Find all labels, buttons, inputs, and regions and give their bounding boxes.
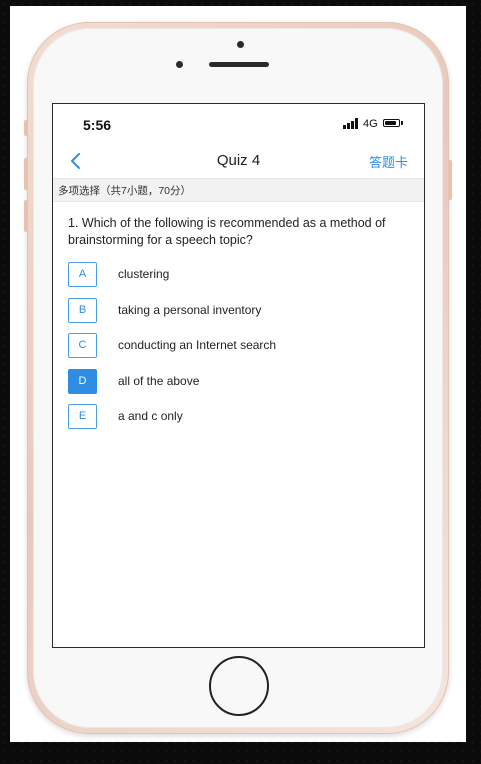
section-header: 多项选择（共7小题，70分） [53,178,424,202]
section-header-text: 多项选择（共7小题，70分） [58,185,192,197]
phone-screen: 5:56 4G Quiz 4 答题卡 多项选择（共7小题，70分） 1. Whi… [52,103,425,648]
option-letter-badge[interactable]: B [68,297,97,323]
volume-up-button [24,158,28,190]
option-list: A clustering B taking a personal invento… [68,262,408,440]
signal-bars-icon [343,118,359,129]
proximity-sensor [176,61,183,68]
option-text: conducting an Internet search [118,338,277,352]
option-text: clustering [118,267,170,281]
home-button[interactable] [209,656,269,716]
option-d[interactable]: D all of the above [68,368,408,405]
option-c[interactable]: C conducting an Internet search [68,333,408,369]
power-button [448,160,452,200]
mute-switch [24,120,28,136]
option-letter-badge[interactable]: A [68,262,97,287]
battery-icon [383,119,400,127]
option-text: a and c only [118,409,183,423]
navigation-bar: Quiz 4 答题卡 [53,144,424,178]
network-type: 4G [363,118,378,130]
option-text: taking a personal inventory [118,302,262,317]
front-camera [237,41,244,48]
battery-cap [401,121,403,125]
option-letter-badge[interactable]: E [68,404,97,429]
earpiece-speaker [209,62,269,67]
option-b[interactable]: B taking a personal inventory [68,297,408,334]
question-text: 1. Which of the following is recommended… [68,216,386,247]
volume-down-button [24,200,28,232]
option-a[interactable]: A clustering [68,262,408,298]
option-e[interactable]: E a and c only [68,404,408,440]
option-letter-badge[interactable]: C [68,333,97,358]
option-letter-badge[interactable]: D [68,368,97,394]
status-time: 5:56 [83,117,112,133]
option-text: all of the above [118,373,200,388]
answer-sheet-button[interactable]: 答题卡 [369,152,408,171]
status-bar: 5:56 4G [53,104,424,144]
